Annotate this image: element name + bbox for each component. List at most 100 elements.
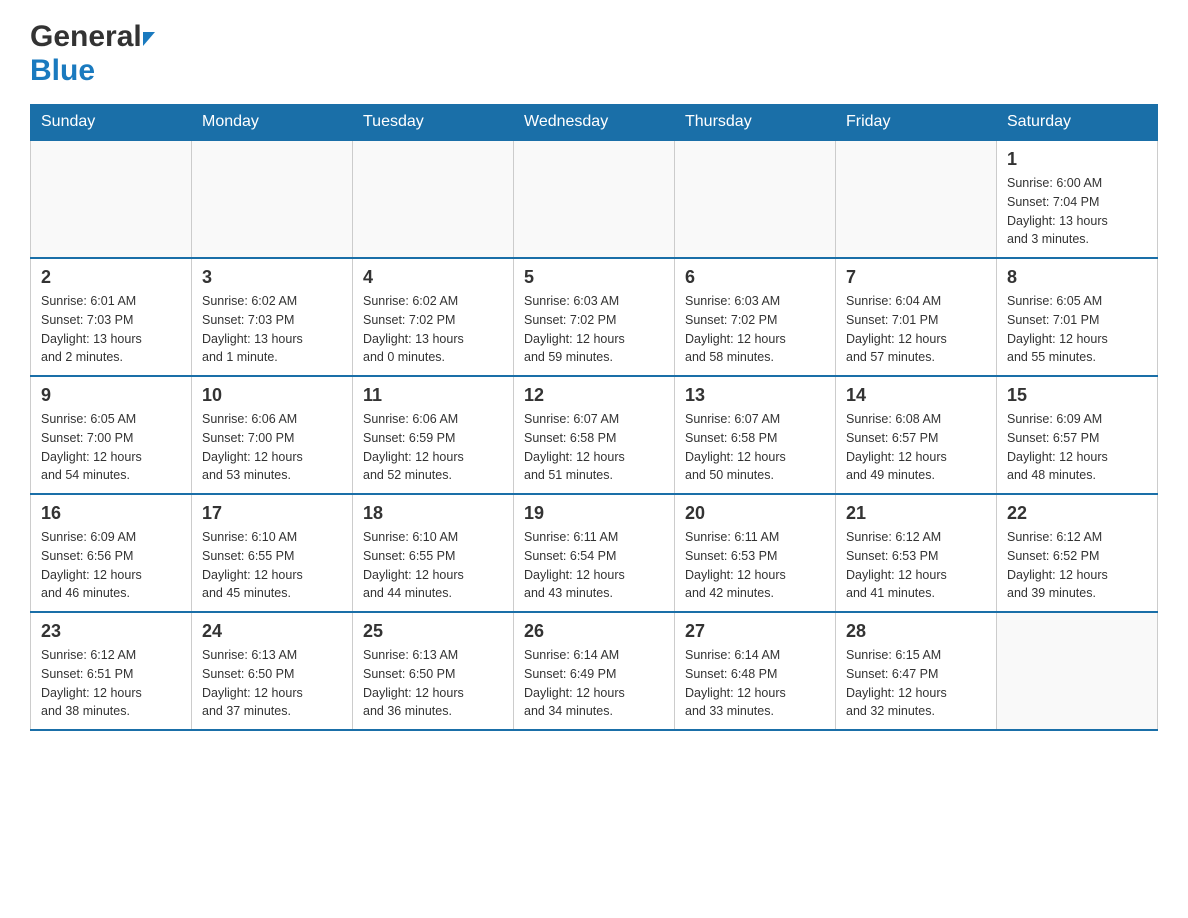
calendar-cell: 25 Sunrise: 6:13 AM Sunset: 6:50 PM Dayli…: [353, 612, 514, 730]
calendar-cell: 6Sunrise: 6:03 AM Sunset: 7:02 PM Daylig…: [675, 258, 836, 376]
day-number: 17: [202, 503, 342, 524]
calendar-cell: 12Sunrise: 6:07 AM Sunset: 6:58 PM Dayli…: [514, 376, 675, 494]
calendar-cell: 28 Sunrise: 6:15 AM Sunset: 6:47 PM Dayli…: [836, 612, 997, 730]
day-number: 28: [846, 621, 986, 642]
weekday-header-tuesday: Tuesday: [353, 105, 514, 141]
day-info: Sunrise: 6:09 AM Sunset: 6:56 PM Dayligh…: [41, 528, 181, 603]
calendar-cell: 26 Sunrise: 6:14 AM Sunset: 6:49 PM Dayli…: [514, 612, 675, 730]
day-info: Sunrise: 6:12 AM Sunset: 6:53 PM Dayligh…: [846, 528, 986, 603]
day-number: 22: [1007, 503, 1147, 524]
logo-blue-text: Blue: [30, 54, 95, 88]
day-number: 26: [524, 621, 664, 642]
calendar-cell: 20 Sunrise: 6:11 AM Sunset: 6:53 PM Dayli…: [675, 494, 836, 612]
calendar-cell: [997, 612, 1158, 730]
weekday-header-saturday: Saturday: [997, 105, 1158, 141]
day-number: 27: [685, 621, 825, 642]
calendar-cell: [192, 140, 353, 258]
calendar-cell: [836, 140, 997, 258]
calendar-cell: 5Sunrise: 6:03 AM Sunset: 7:02 PM Daylig…: [514, 258, 675, 376]
day-info: Sunrise: 6:13 AM Sunset: 6:50 PM Dayligh…: [202, 646, 342, 721]
weekday-header-wednesday: Wednesday: [514, 105, 675, 141]
calendar-cell: [353, 140, 514, 258]
calendar-cell: 11 Sunrise: 6:06 AM Sunset: 6:59 PM Dayli…: [353, 376, 514, 494]
calendar-cell: 7 Sunrise: 6:04 AM Sunset: 7:01 PM Daylig…: [836, 258, 997, 376]
calendar-cell: 22 Sunrise: 6:12 AM Sunset: 6:52 PM Dayli…: [997, 494, 1158, 612]
day-info: Sunrise: 6:06 AM Sunset: 6:59 PM Dayligh…: [363, 410, 503, 485]
calendar-cell: 9 Sunrise: 6:05 AM Sunset: 7:00 PM Daylig…: [31, 376, 192, 494]
calendar-cell: 18 Sunrise: 6:10 AM Sunset: 6:55 PM Dayli…: [353, 494, 514, 612]
calendar-cell: [31, 140, 192, 258]
day-number: 23: [41, 621, 181, 642]
weekday-header-sunday: Sunday: [31, 105, 192, 141]
day-number: 13: [685, 385, 825, 406]
day-number: 16: [41, 503, 181, 524]
weekday-header-thursday: Thursday: [675, 105, 836, 141]
day-number: 3: [202, 267, 342, 288]
day-info: Sunrise: 6:06 AM Sunset: 7:00 PM Dayligh…: [202, 410, 342, 485]
calendar-cell: [675, 140, 836, 258]
day-info: Sunrise: 6:07 AM Sunset: 6:58 PM Dayligh…: [685, 410, 825, 485]
calendar-cell: 17 Sunrise: 6:10 AM Sunset: 6:55 PM Dayli…: [192, 494, 353, 612]
calendar-cell: 14 Sunrise: 6:08 AM Sunset: 6:57 PM Dayli…: [836, 376, 997, 494]
calendar-table: SundayMondayTuesdayWednesdayThursdayFrid…: [30, 104, 1158, 731]
day-info: Sunrise: 6:10 AM Sunset: 6:55 PM Dayligh…: [363, 528, 503, 603]
day-number: 18: [363, 503, 503, 524]
logo: General Blue: [30, 20, 155, 88]
calendar-cell: 2 Sunrise: 6:01 AM Sunset: 7:03 PM Daylig…: [31, 258, 192, 376]
day-number: 19: [524, 503, 664, 524]
calendar-cell: 13 Sunrise: 6:07 AM Sunset: 6:58 PM Dayli…: [675, 376, 836, 494]
weekday-header-friday: Friday: [836, 105, 997, 141]
day-number: 21: [846, 503, 986, 524]
day-number: 24: [202, 621, 342, 642]
day-info: Sunrise: 6:01 AM Sunset: 7:03 PM Dayligh…: [41, 292, 181, 367]
logo-arrow-icon: [143, 32, 155, 46]
day-info: Sunrise: 6:03 AM Sunset: 7:02 PM Dayligh…: [524, 292, 664, 367]
day-number: 7: [846, 267, 986, 288]
calendar-week-row: 23 Sunrise: 6:12 AM Sunset: 6:51 PM Dayli…: [31, 612, 1158, 730]
day-number: 25: [363, 621, 503, 642]
day-info: Sunrise: 6:12 AM Sunset: 6:51 PM Dayligh…: [41, 646, 181, 721]
day-info: Sunrise: 6:02 AM Sunset: 7:03 PM Dayligh…: [202, 292, 342, 367]
day-number: 2: [41, 267, 181, 288]
calendar-cell: 21 Sunrise: 6:12 AM Sunset: 6:53 PM Dayli…: [836, 494, 997, 612]
day-info: Sunrise: 6:11 AM Sunset: 6:53 PM Dayligh…: [685, 528, 825, 603]
day-number: 4: [363, 267, 503, 288]
calendar-cell: 1 Sunrise: 6:00 AM Sunset: 7:04 PM Daylig…: [997, 140, 1158, 258]
day-info: Sunrise: 6:04 AM Sunset: 7:01 PM Dayligh…: [846, 292, 986, 367]
day-info: Sunrise: 6:12 AM Sunset: 6:52 PM Dayligh…: [1007, 528, 1147, 603]
day-info: Sunrise: 6:08 AM Sunset: 6:57 PM Dayligh…: [846, 410, 986, 485]
calendar-week-row: 16 Sunrise: 6:09 AM Sunset: 6:56 PM Dayli…: [31, 494, 1158, 612]
day-number: 14: [846, 385, 986, 406]
day-info: Sunrise: 6:05 AM Sunset: 7:00 PM Dayligh…: [41, 410, 181, 485]
calendar-cell: 15Sunrise: 6:09 AM Sunset: 6:57 PM Dayli…: [997, 376, 1158, 494]
calendar-cell: 27 Sunrise: 6:14 AM Sunset: 6:48 PM Dayli…: [675, 612, 836, 730]
day-info: Sunrise: 6:14 AM Sunset: 6:49 PM Dayligh…: [524, 646, 664, 721]
calendar-cell: 10 Sunrise: 6:06 AM Sunset: 7:00 PM Dayli…: [192, 376, 353, 494]
calendar-cell: 3 Sunrise: 6:02 AM Sunset: 7:03 PM Daylig…: [192, 258, 353, 376]
day-info: Sunrise: 6:11 AM Sunset: 6:54 PM Dayligh…: [524, 528, 664, 603]
day-number: 11: [363, 385, 503, 406]
day-number: 8: [1007, 267, 1147, 288]
calendar-week-row: 9 Sunrise: 6:05 AM Sunset: 7:00 PM Daylig…: [31, 376, 1158, 494]
day-number: 20: [685, 503, 825, 524]
day-info: Sunrise: 6:09 AM Sunset: 6:57 PM Dayligh…: [1007, 410, 1147, 485]
calendar-week-row: 2 Sunrise: 6:01 AM Sunset: 7:03 PM Daylig…: [31, 258, 1158, 376]
day-number: 6: [685, 267, 825, 288]
calendar-cell: 16 Sunrise: 6:09 AM Sunset: 6:56 PM Dayli…: [31, 494, 192, 612]
day-info: Sunrise: 6:14 AM Sunset: 6:48 PM Dayligh…: [685, 646, 825, 721]
calendar-cell: 4 Sunrise: 6:02 AM Sunset: 7:02 PM Daylig…: [353, 258, 514, 376]
day-info: Sunrise: 6:15 AM Sunset: 6:47 PM Dayligh…: [846, 646, 986, 721]
weekday-header-row: SundayMondayTuesdayWednesdayThursdayFrid…: [31, 105, 1158, 141]
calendar-cell: 8Sunrise: 6:05 AM Sunset: 7:01 PM Daylig…: [997, 258, 1158, 376]
calendar-week-row: 1 Sunrise: 6:00 AM Sunset: 7:04 PM Daylig…: [31, 140, 1158, 258]
day-number: 10: [202, 385, 342, 406]
day-number: 1: [1007, 149, 1147, 170]
day-info: Sunrise: 6:00 AM Sunset: 7:04 PM Dayligh…: [1007, 174, 1147, 249]
day-number: 9: [41, 385, 181, 406]
day-info: Sunrise: 6:02 AM Sunset: 7:02 PM Dayligh…: [363, 292, 503, 367]
day-info: Sunrise: 6:10 AM Sunset: 6:55 PM Dayligh…: [202, 528, 342, 603]
calendar-cell: 23 Sunrise: 6:12 AM Sunset: 6:51 PM Dayli…: [31, 612, 192, 730]
weekday-header-monday: Monday: [192, 105, 353, 141]
day-info: Sunrise: 6:07 AM Sunset: 6:58 PM Dayligh…: [524, 410, 664, 485]
day-info: Sunrise: 6:13 AM Sunset: 6:50 PM Dayligh…: [363, 646, 503, 721]
